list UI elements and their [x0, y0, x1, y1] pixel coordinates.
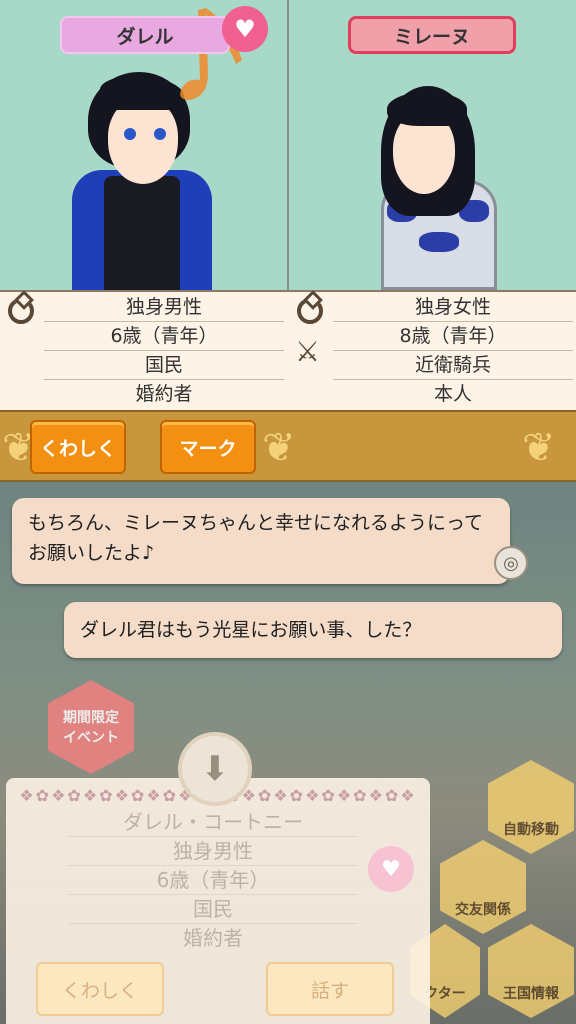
- info-row: 婚約者: [135, 383, 193, 405]
- right-character-info: ⚔ 独身女性 8歳（青年） 近衛騎兵 本人: [289, 292, 576, 412]
- chat-bubble-right: ダレル君はもう光星にお願い事、した？: [64, 602, 562, 658]
- info-row: 8歳（青年）: [333, 322, 573, 351]
- friendship-label: 交友関係: [455, 902, 511, 918]
- character-bangs: [387, 92, 467, 126]
- heart-icon: ♥: [222, 6, 268, 52]
- ring-icon: [8, 298, 34, 324]
- panel-details-button[interactable]: くわしく: [36, 962, 164, 1016]
- action-button-bar: ❦ ❦ ❦ くわしく マーク: [0, 410, 576, 482]
- character-vest: [104, 176, 180, 290]
- crossed-swords-icon: ⚔: [295, 335, 321, 368]
- talk-button[interactable]: 話す: [266, 962, 394, 1016]
- eye-icon: [154, 128, 166, 140]
- chat-bubble-left: もちろん、ミレーヌちゃんと幸せになれるようにってお願いしたよ♪: [12, 498, 510, 584]
- left-character-info: 独身男性 6歳（青年） 国民 婚約者: [0, 292, 288, 412]
- down-arrow-icon[interactable]: ⬇: [178, 732, 252, 806]
- eye-icon: [124, 128, 136, 140]
- kingdom-info-label: 王国情報: [503, 986, 559, 1002]
- character-face: [108, 98, 178, 184]
- info-row: 6歳（青年）: [44, 322, 284, 351]
- auto-talk-icon[interactable]: ◎: [494, 546, 528, 580]
- character-bangs: [100, 76, 184, 110]
- mark-button[interactable]: マーク: [160, 420, 256, 474]
- auto-move-label: 自動移動: [503, 822, 559, 838]
- panel-row: 国民: [68, 895, 358, 924]
- panel-row: 婚約者: [183, 926, 243, 950]
- panel-full-name: ダレル・コートニー: [68, 808, 358, 837]
- details-button[interactable]: くわしく: [30, 420, 126, 474]
- right-character-name: ミレーヌ: [348, 16, 516, 54]
- armor-emblem: [419, 232, 459, 252]
- character-info-table: 独身男性 6歳（青年） 国民 婚約者 ⚔ 独身女性 8歳（青年） 近衛騎兵 本人: [0, 290, 576, 410]
- panel-row: 独身男性: [68, 837, 358, 866]
- info-row: 独身女性: [333, 293, 573, 322]
- left-character-name: ダレル: [60, 16, 230, 54]
- info-row: 本人: [433, 383, 472, 405]
- heart-icon[interactable]: ♥: [368, 846, 414, 892]
- panel-row: 6歳（青年）: [68, 866, 358, 895]
- ornament-icon: ❦: [522, 425, 556, 471]
- info-row: 近衛騎兵: [333, 351, 573, 380]
- ring-icon: [297, 298, 323, 324]
- info-row: 国民: [44, 351, 284, 380]
- ornament-icon: ❦: [262, 425, 296, 471]
- character-label: クター: [424, 986, 466, 1002]
- info-row: 独身男性: [44, 293, 284, 322]
